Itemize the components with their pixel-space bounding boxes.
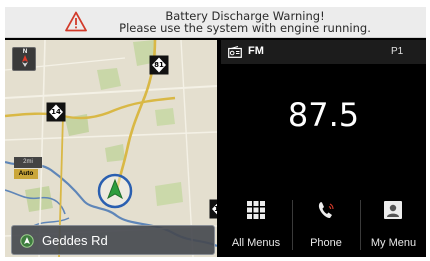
highway-shield-number: 12 <box>214 205 217 213</box>
my-menu-icon <box>384 201 402 219</box>
current-road-bar[interactable]: Geddes Rd <box>11 225 215 255</box>
radio-frequency: 87.5 <box>287 96 360 134</box>
vehicle-position-icon <box>97 173 133 209</box>
map-scale-indicator: 2mi <box>14 157 42 168</box>
road-navigation-icon <box>20 234 34 248</box>
shortcut-button-bar: All Menus Phone My Menu <box>221 188 426 257</box>
navigation-map[interactable]: N 81 14 12mi Auto Geddes Rd <box>5 40 217 257</box>
phone-button[interactable]: Phone <box>293 188 359 257</box>
current-road-name: Geddes Rd <box>42 233 108 248</box>
highway-shield-14: 14 <box>46 102 66 122</box>
phone-label: Phone <box>310 237 342 249</box>
my-menu-button[interactable]: My Menu <box>361 188 426 257</box>
warning-triangle-icon <box>65 11 87 32</box>
phone-icon <box>318 202 334 218</box>
radio-preset-label: P1 <box>391 46 404 57</box>
my-menu-label: My Menu <box>370 237 417 249</box>
radio-header: FM P1 <box>221 40 426 64</box>
highway-shield-number: 14 <box>51 108 61 116</box>
highway-shield-number: 81 <box>154 61 164 69</box>
map-mode-auto-button[interactable]: Auto <box>14 169 38 179</box>
grid-icon <box>247 201 265 219</box>
compass-needle-icon <box>22 55 28 67</box>
radio-band-label: FM <box>248 45 264 57</box>
all-menus-label: All Menus <box>231 237 281 249</box>
warning-detail: Please use the system with engine runnin… <box>119 21 371 35</box>
head-unit-screen: Battery Discharge Warning! Please use th… <box>5 7 426 257</box>
highway-shield-81: 81 <box>149 55 169 75</box>
compass-button[interactable]: N <box>12 47 36 71</box>
radio-icon <box>228 46 242 58</box>
radio-panel[interactable]: FM P1 87.5 <box>221 40 426 186</box>
warning-banner[interactable]: Battery Discharge Warning! Please use th… <box>5 7 426 38</box>
warning-message: Battery Discharge Warning! Please use th… <box>95 10 395 34</box>
highway-shield-12: 12 <box>209 199 217 219</box>
all-menus-button[interactable]: All Menus <box>221 188 291 257</box>
